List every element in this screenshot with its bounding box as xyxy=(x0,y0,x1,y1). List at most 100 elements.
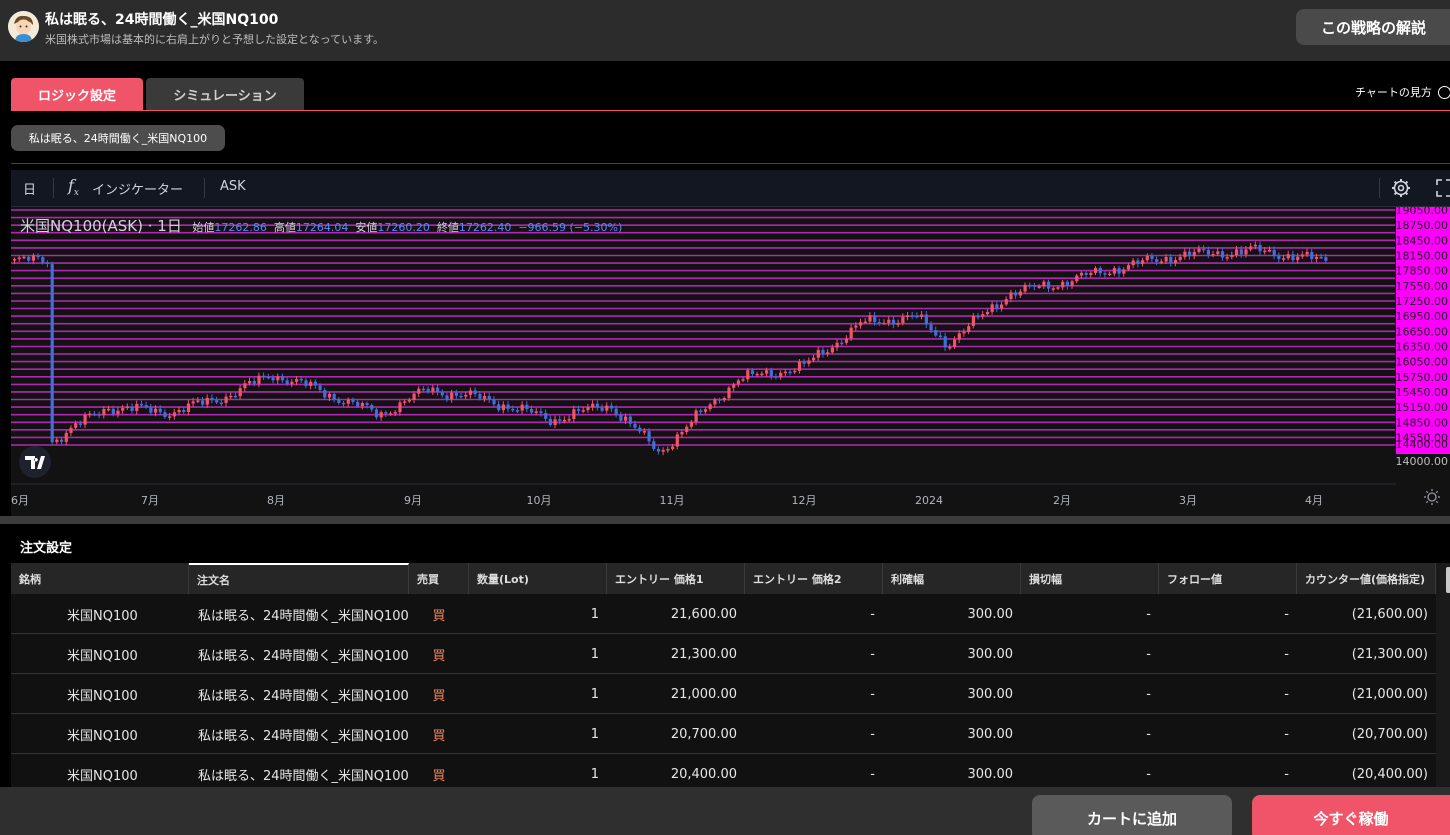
candle-body xyxy=(327,393,332,398)
candle-body xyxy=(290,381,294,384)
candle xyxy=(379,410,383,421)
candle-body xyxy=(722,398,726,401)
candle xyxy=(990,301,994,315)
candle xyxy=(703,407,708,414)
candle xyxy=(1310,248,1314,263)
candle xyxy=(464,391,468,400)
legend-open: 17262.86 xyxy=(214,221,267,234)
candle xyxy=(708,402,712,412)
candle-body xyxy=(1141,260,1145,264)
candle xyxy=(638,424,642,434)
candle xyxy=(421,386,426,392)
candle-body xyxy=(370,405,374,410)
candle-body xyxy=(812,357,816,361)
candle-body xyxy=(1126,265,1131,270)
candle xyxy=(487,392,491,403)
table-cell: 300.00 xyxy=(967,686,1014,702)
price-chart[interactable]: 日 fx インジケーター ASK 19050.00 18750.00 18450.0… xyxy=(11,170,1450,516)
tab-simulation[interactable]: シミュレーション xyxy=(146,78,304,111)
candlestick-chart[interactable]: 19050.00 18750.00 18450.00 18150.00 17850.00… xyxy=(11,204,1450,516)
candle xyxy=(125,403,129,410)
function-icon[interactable]: fx xyxy=(68,176,79,198)
candle-body xyxy=(666,449,670,451)
candle xyxy=(896,319,900,328)
scrollbar-thumb[interactable] xyxy=(1446,567,1450,593)
candle xyxy=(262,372,266,380)
column-header[interactable]: 損切幅 xyxy=(1021,563,1159,594)
candle-body xyxy=(196,400,200,402)
table-row[interactable]: 米国NQ100 私は眠る、24時間働く_米国NQ100 買 1 20,700.00 - 30… xyxy=(11,714,1436,754)
interval-button[interactable]: 日 xyxy=(23,179,36,198)
column-header[interactable]: エントリー 価格2 xyxy=(745,563,883,594)
candle xyxy=(1075,274,1079,284)
chart-plot-area[interactable]: 19050.00 18750.00 18450.00 18150.00 17850.00… xyxy=(11,204,1450,516)
candle-body xyxy=(1286,254,1290,259)
candle-body xyxy=(403,401,407,403)
table-row[interactable]: 米国NQ100 私は眠る、24時間働く_米国NQ100 買 1 21,000.00 - 30… xyxy=(11,674,1436,714)
candle-body xyxy=(1202,248,1206,251)
indicator-button[interactable]: インジケーター xyxy=(92,179,183,198)
table-cell: 1 xyxy=(590,686,599,702)
gear-icon[interactable] xyxy=(1391,178,1411,198)
column-header[interactable]: 利確幅 xyxy=(883,563,1021,594)
column-header[interactable]: 数量(Lot) xyxy=(469,563,607,594)
column-header[interactable]: フォロー値 xyxy=(1159,563,1297,594)
time-axis-label: 11月 xyxy=(660,494,685,507)
run-now-button[interactable]: 今すぐ稼働 xyxy=(1252,795,1450,835)
price-side-button[interactable]: ASK xyxy=(220,179,246,194)
candle-body xyxy=(558,419,562,421)
add-to-cart-button[interactable]: カートに追加 xyxy=(1032,795,1232,835)
candle xyxy=(595,400,599,411)
candle-body xyxy=(562,419,567,422)
candle xyxy=(36,253,40,260)
table-cell: 買 xyxy=(432,688,446,704)
candle-body xyxy=(1249,246,1253,250)
strategy-explanation-button[interactable]: この戦略の解説 xyxy=(1296,9,1450,45)
candle-body xyxy=(224,396,228,403)
fullscreen-icon[interactable] xyxy=(1436,179,1450,197)
toolbar-separator xyxy=(1379,178,1380,198)
candle xyxy=(1173,257,1178,267)
candle xyxy=(544,409,548,422)
candle-body xyxy=(1235,249,1239,256)
candle-body xyxy=(642,431,646,433)
column-header[interactable]: エントリー 価格1 xyxy=(607,563,745,594)
candle-body xyxy=(703,409,708,412)
candle-body xyxy=(981,314,985,317)
candle xyxy=(88,410,92,418)
candle-body xyxy=(464,394,468,397)
candle-body xyxy=(793,370,797,373)
tab-logic-settings[interactable]: ロジック設定 xyxy=(11,78,143,111)
candle xyxy=(309,379,313,390)
table-scrollbar[interactable] xyxy=(1436,563,1450,788)
candle-body xyxy=(685,426,689,432)
candle xyxy=(1249,242,1253,252)
candle xyxy=(652,438,656,451)
candle-body xyxy=(1258,244,1262,252)
strategy-chip[interactable]: 私は眠る、24時間働く_米国NQ100 xyxy=(11,125,225,151)
candle-body xyxy=(318,385,322,390)
candle xyxy=(1032,283,1037,291)
candle xyxy=(1126,262,1131,271)
avatar xyxy=(8,11,39,42)
table-row[interactable]: 米国NQ100 私は眠る、24時間働く_米国NQ100 買 1 21,600.00 - 30… xyxy=(11,594,1436,634)
candle-body xyxy=(17,257,21,260)
table-row[interactable]: 米国NQ100 私は眠る、24時間働く_米国NQ100 買 1 21,300.00 - 30… xyxy=(11,634,1436,674)
candle-body xyxy=(1051,288,1055,290)
column-header[interactable]: カウンター値(価格指定) xyxy=(1297,563,1436,594)
column-header[interactable]: 銘柄 xyxy=(11,563,189,594)
candle xyxy=(910,312,914,320)
candle-body xyxy=(1178,256,1182,260)
candle xyxy=(1070,279,1074,289)
column-header[interactable]: 売買 xyxy=(409,563,469,594)
chart-help-link[interactable]: チャートの見方 xyxy=(1355,84,1450,100)
column-header[interactable]: 注文名 xyxy=(189,563,409,594)
candle xyxy=(412,391,416,403)
candle-body xyxy=(130,406,134,411)
candle-body xyxy=(1004,299,1008,305)
candle-body xyxy=(186,403,191,412)
candle-body xyxy=(285,380,289,384)
candle-body xyxy=(1173,260,1178,263)
price-axis-label: 16650.00 xyxy=(1396,325,1449,338)
candle-body xyxy=(431,387,435,392)
